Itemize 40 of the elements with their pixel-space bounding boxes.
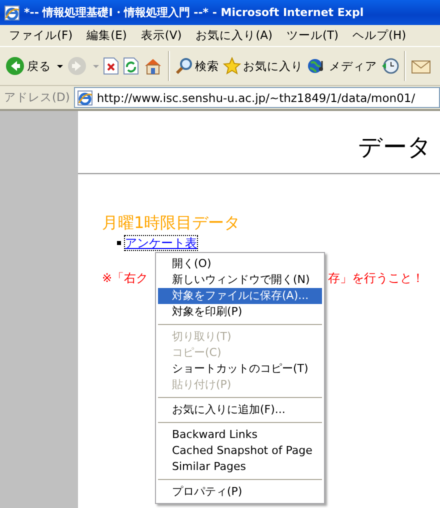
page-heading: データ (357, 133, 433, 161)
section-title: 月曜1時限目データ (102, 213, 242, 233)
menu-item[interactable]: お気に入り(A) (188, 28, 280, 43)
bullet-icon (117, 241, 121, 245)
notice-text: 存」を行うこと！ (328, 270, 424, 287)
context-menu-item[interactable]: Similar Pages (158, 459, 322, 475)
context-menu-item[interactable]: Cached Snapshot of Page (158, 443, 322, 459)
refresh-icon (123, 57, 139, 75)
context-menu-item[interactable]: 対象を印刷(P) (158, 304, 322, 320)
context-menu-item[interactable]: 新しいウィンドウで開く(N) (158, 272, 322, 288)
stop-icon (103, 57, 119, 75)
context-menu-item[interactable]: お気に入りに追加(F)... (158, 402, 322, 418)
menu-item[interactable]: ツール(T) (280, 28, 346, 43)
search-button[interactable]: 検索 (174, 55, 220, 77)
context-menu-item[interactable]: Backward Links (158, 427, 322, 443)
file-link[interactable]: アンケート表 (125, 236, 197, 250)
dropdown-caret-icon[interactable] (57, 64, 63, 68)
star-icon (223, 57, 241, 75)
page-icon (76, 90, 93, 106)
menu-item[interactable]: ヘルプ(H) (346, 28, 414, 43)
media-button[interactable]: メディア (306, 55, 378, 77)
context-menu-item[interactable]: プロパティ(P) (158, 484, 322, 500)
window-title: *-- 情報処理基礎Ⅰ・情報処理入門 --* - Microsoft Internet Expl (24, 5, 364, 20)
house-icon (143, 57, 163, 75)
menu-item[interactable]: 表示(V) (134, 28, 189, 43)
context-menu-item[interactable]: 対象をファイルに保存(A)... (158, 288, 322, 304)
search-icon (175, 57, 193, 75)
context-menu-item[interactable]: 開く(O) (158, 256, 322, 272)
back-button[interactable]: 戻る (4, 54, 64, 78)
stop-button[interactable] (102, 55, 120, 77)
context-menu-item[interactable]: ショートカットのコピー(T) (158, 361, 322, 377)
refresh-button[interactable] (122, 55, 140, 77)
menu-item[interactable]: 編集(E) (80, 28, 134, 43)
address-label: アドレス(D) (4, 90, 70, 105)
menu-item[interactable]: ファイル(F) (2, 28, 80, 43)
clock-icon (381, 57, 399, 75)
favorites-button[interactable]: お気に入り (222, 55, 304, 77)
address-field[interactable]: http://www.isc.senshu-u.ac.jp/~thz1849/1/data/mon01/ (74, 87, 440, 108)
browser-icon (4, 4, 20, 20)
notice-text: ※「右ク (102, 270, 148, 287)
